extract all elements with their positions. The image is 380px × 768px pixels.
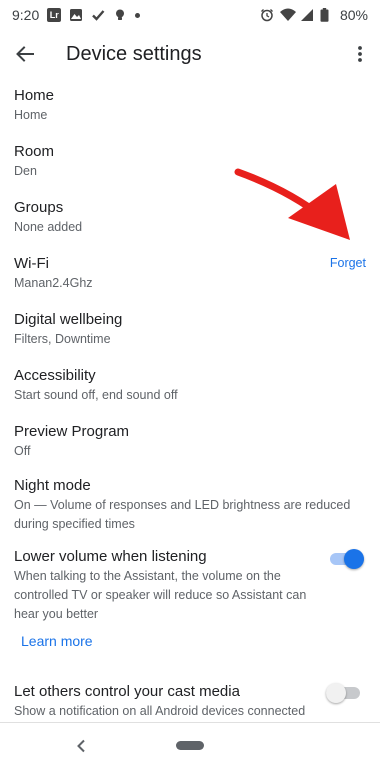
setting-preview-program[interactable]: Preview Program Off <box>14 422 366 461</box>
cast-media-toggle[interactable] <box>326 683 360 703</box>
setting-night-mode[interactable]: Night mode On — Volume of responses and … <box>14 476 366 534</box>
toggle-thumb <box>326 683 346 703</box>
setting-title: Groups <box>14 199 64 216</box>
setting-groups[interactable]: Groups None added <box>14 198 366 237</box>
setting-title: Digital wellbeing <box>14 311 123 328</box>
setting-title: Night mode <box>14 477 91 494</box>
battery-percent: 80% <box>339 7 368 23</box>
dot-icon <box>135 12 141 18</box>
forget-wifi-link[interactable]: Forget <box>330 256 366 270</box>
more-vert-icon <box>358 46 362 62</box>
app-bar: Device settings <box>0 30 380 78</box>
setting-subtitle: Start sound off, end sound off <box>14 388 178 402</box>
setting-subtitle: None added <box>14 220 83 234</box>
nav-back-button[interactable] <box>70 735 92 757</box>
setting-subtitle: Home <box>14 108 48 122</box>
status-left: 9:20 Lr <box>12 7 141 23</box>
nav-back-icon <box>77 739 85 753</box>
setting-subtitle: Filters, Downtime <box>14 332 111 346</box>
signal-icon <box>300 8 314 22</box>
setting-title: Preview Program <box>14 423 130 440</box>
setting-title: Room <box>14 143 55 160</box>
setting-title: Accessibility <box>14 367 96 384</box>
setting-subtitle: Show a notification on all Android devic… <box>14 704 306 718</box>
setting-lower-volume[interactable]: Lower volume when listening When talking… <box>14 547 366 624</box>
setting-subtitle: When talking to the Assistant, the volum… <box>14 569 307 621</box>
learn-more-link[interactable]: Learn more <box>21 633 93 649</box>
setting-title: Lower volume when listening <box>14 548 207 565</box>
setting-subtitle: Off <box>14 444 31 458</box>
more-options-button[interactable] <box>340 30 380 78</box>
setting-subtitle: Den <box>14 164 37 178</box>
system-nav-bar <box>0 723 380 768</box>
setting-digital-wellbeing[interactable]: Digital wellbeing Filters, Downtime <box>14 310 366 349</box>
photo-icon <box>69 8 83 22</box>
battery-icon <box>320 8 334 22</box>
page-title: Device settings <box>66 42 202 65</box>
setting-subtitle: Manan2.4Ghz <box>14 276 93 290</box>
status-time: 9:20 <box>12 7 40 23</box>
home-pill-icon[interactable] <box>176 741 204 750</box>
lr-app-icon: Lr <box>47 8 62 22</box>
setting-wifi[interactable]: Wi-Fi Manan2.4Ghz <box>14 254 366 293</box>
status-right: 80% <box>260 7 368 23</box>
setting-accessibility[interactable]: Accessibility Start sound off, end sound… <box>14 366 366 405</box>
alarm-icon <box>260 8 274 22</box>
setting-cast-media-control[interactable]: Let others control your cast media Show … <box>14 682 366 721</box>
lower-volume-toggle[interactable] <box>330 549 364 569</box>
setting-title: Home <box>14 87 55 104</box>
setting-title: Wi-Fi <box>14 255 49 272</box>
toggle-thumb <box>344 549 364 569</box>
setting-subtitle: On — Volume of responses and LED brightn… <box>14 498 351 531</box>
check-icon <box>91 8 105 22</box>
bulb-icon <box>113 8 127 22</box>
setting-home[interactable]: Home Home <box>14 86 366 125</box>
setting-title: Let others control your cast media <box>14 683 240 700</box>
back-button[interactable] <box>1 30 49 78</box>
status-bar: 9:20 Lr 80% <box>0 0 380 30</box>
setting-room[interactable]: Room Den <box>14 142 366 181</box>
wifi-icon <box>279 8 296 22</box>
arrow-back-icon <box>16 46 34 62</box>
